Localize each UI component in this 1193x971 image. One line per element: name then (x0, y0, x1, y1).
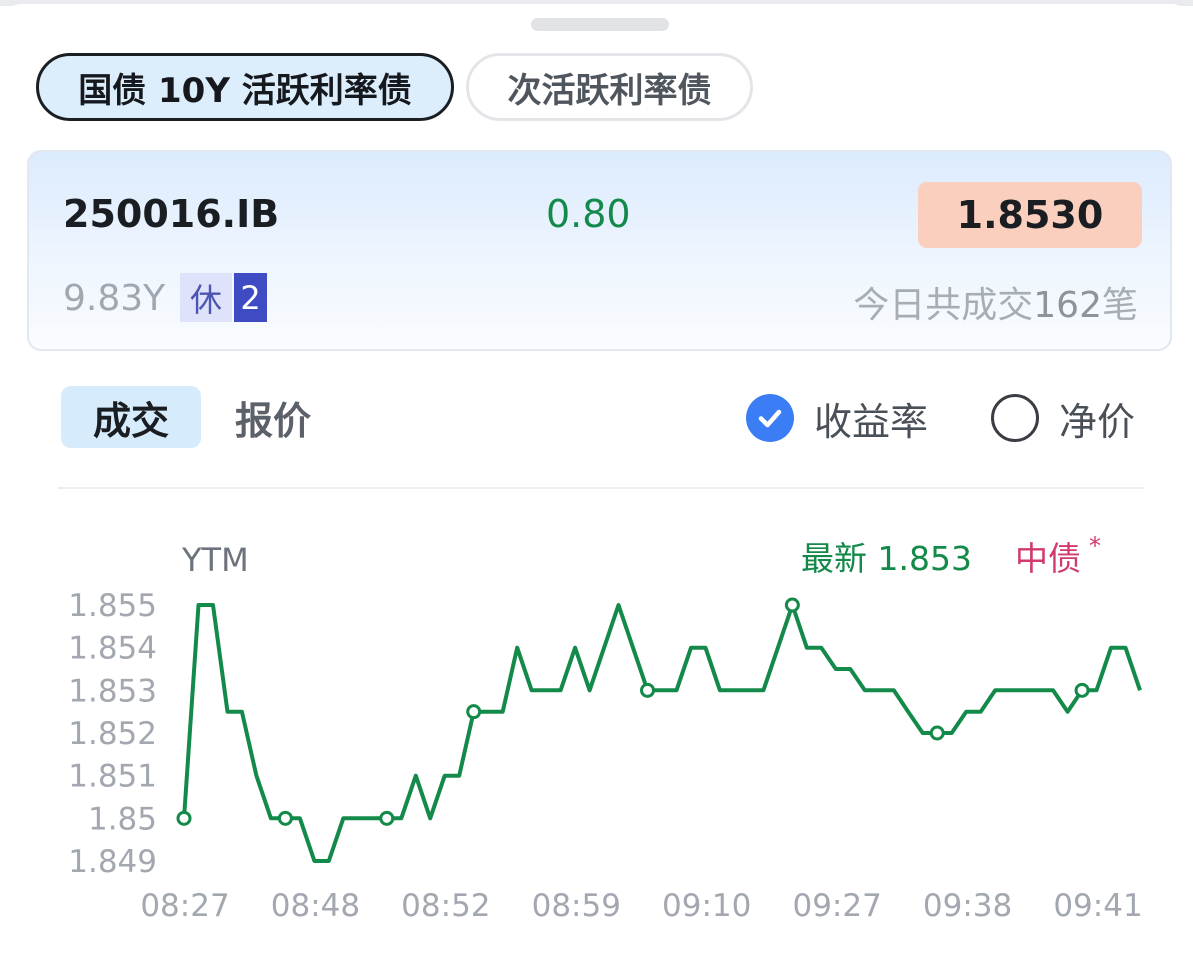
y-tick-label: 1.855 (68, 588, 157, 624)
trade-point[interactable] (640, 682, 656, 698)
trade-point[interactable] (466, 704, 482, 720)
x-tick-label: 08:27 (140, 888, 229, 924)
x-tick-label: 08:59 (532, 888, 621, 924)
yield-series-line (182, 603, 1142, 863)
trade-point[interactable] (176, 810, 192, 826)
trade-point[interactable] (277, 810, 293, 826)
x-tick-label: 09:27 (792, 888, 881, 924)
x-tick-label: 09:38 (923, 888, 1012, 924)
trade-point[interactable] (379, 810, 395, 826)
x-tick-label: 09:41 (1053, 888, 1142, 924)
trade-point[interactable] (1074, 682, 1090, 698)
yield-chart[interactable]: 1.855 1.854 1.853 1.852 1.851 1.85 1.849 08:27 0… (0, 0, 1193, 971)
y-tick-label: 1.85 (88, 801, 157, 837)
y-tick-label: 1.852 (68, 716, 157, 752)
y-tick-label: 1.853 (68, 673, 157, 709)
y-tick-label: 1.854 (68, 631, 157, 667)
y-tick-label: 1.849 (68, 844, 157, 880)
trade-point[interactable] (784, 597, 800, 613)
trade-point[interactable] (929, 725, 945, 741)
y-tick-label: 1.851 (68, 759, 157, 795)
x-tick-label: 08:52 (401, 888, 490, 924)
x-tick-label: 09:10 (662, 888, 751, 924)
x-tick-label: 08:48 (271, 888, 360, 924)
